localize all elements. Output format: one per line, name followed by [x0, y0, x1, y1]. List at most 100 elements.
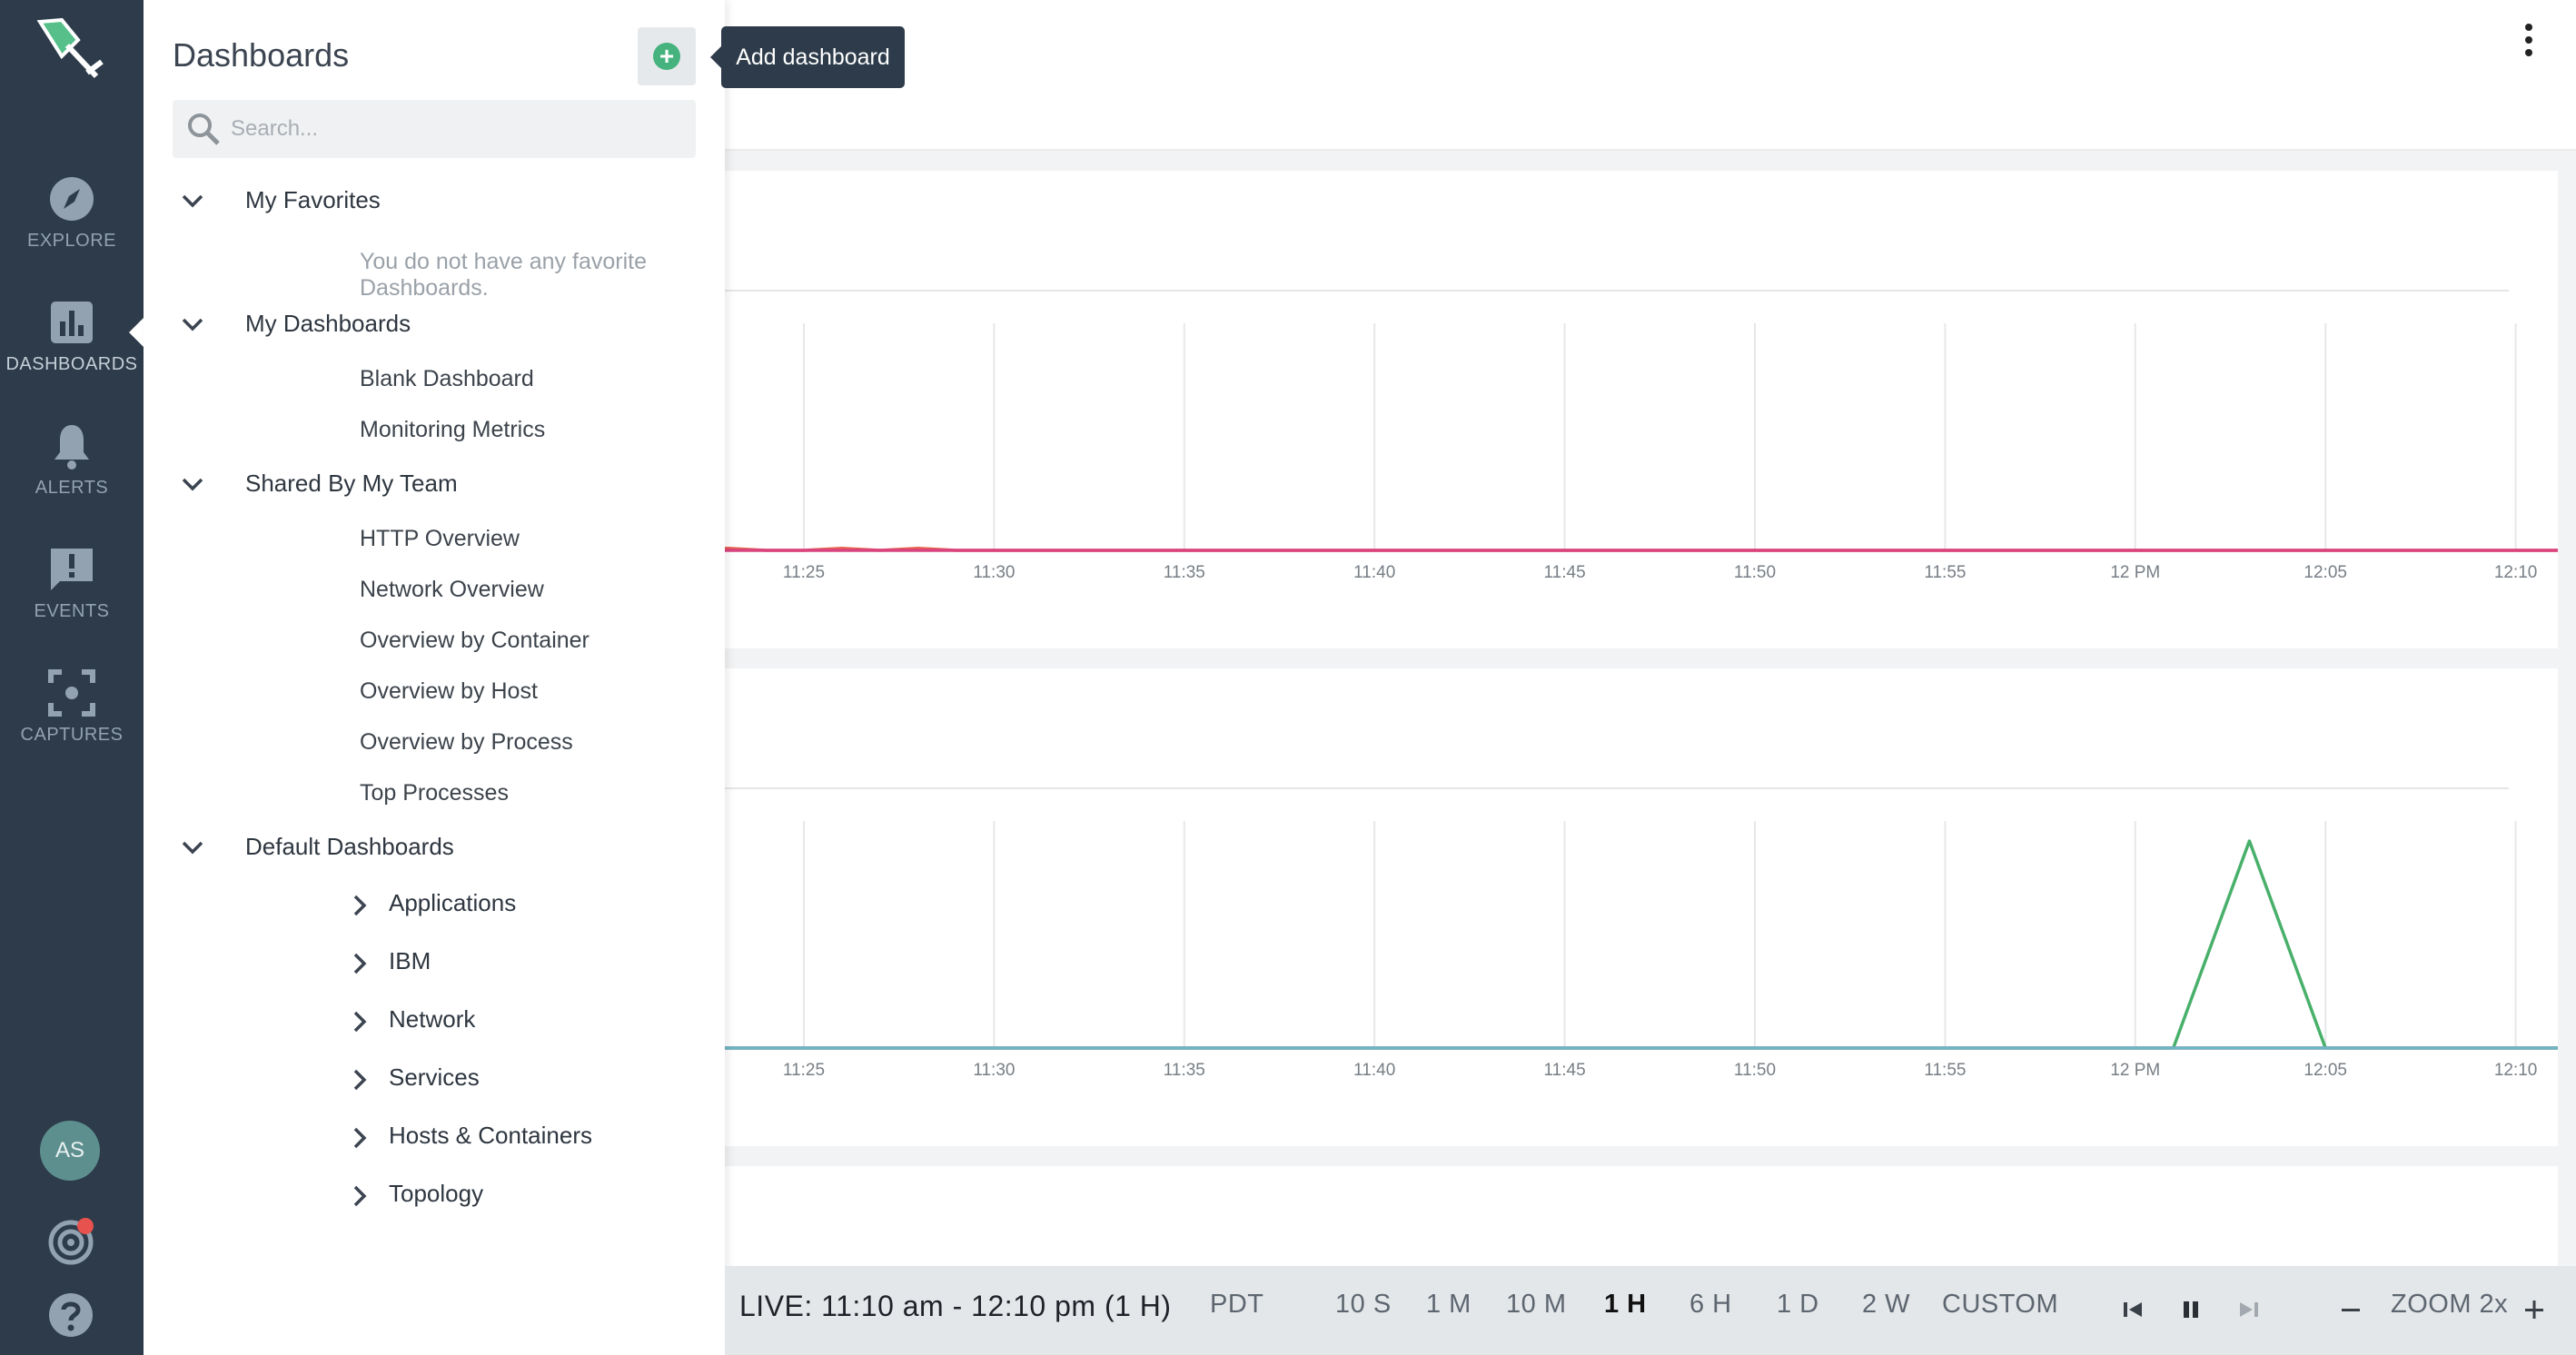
x-tick-label: 11:45 [1544, 1061, 1586, 1080]
x-tick-label: 11:50 [1734, 1061, 1776, 1080]
bar-chart-icon [51, 302, 93, 343]
plus-icon: + [653, 43, 680, 70]
dashboard-item[interactable]: Overview by Process [360, 724, 573, 760]
default-group-hosts-containers[interactable]: Hosts & Containers [343, 1118, 707, 1158]
dashboard-item[interactable]: Overview by Host [360, 673, 538, 709]
x-tick-label: 12:05 [2304, 563, 2347, 582]
dashboard-item[interactable]: HTTP Overview [360, 520, 520, 557]
x-tick-label: 11:50 [1734, 563, 1776, 582]
range-10s[interactable]: 10 S [1335, 1290, 1392, 1320]
default-group-network[interactable]: Network [343, 1002, 707, 1042]
x-tick-label: 11:30 [973, 1061, 1015, 1080]
group-default-dashboards[interactable]: Default Dashboards [173, 829, 696, 865]
nav-explore-label: EXPLORE [27, 231, 116, 251]
left-navigation: EXPLORE DASHBOARDS ALERTS EVENTS CAPTURE… [0, 0, 144, 1355]
panel-title: Dashboards [173, 36, 350, 74]
series-line-0 [725, 546, 2558, 552]
dashboard-item[interactable]: Network Overview [360, 571, 544, 608]
range-custom[interactable]: CUSTOM [1942, 1290, 2058, 1320]
capture-focus-icon [48, 669, 95, 717]
add-dashboard-button[interactable]: + [638, 27, 696, 85]
default-group-services[interactable]: Services [343, 1060, 707, 1100]
message-alert-icon [51, 549, 93, 590]
group-label: Default Dashboards [245, 833, 454, 860]
x-tick-label: 12 PM [2110, 563, 2160, 582]
zoom-out-icon[interactable] [2333, 1291, 2369, 1328]
x-tick-label: 12:10 [2494, 563, 2538, 582]
range-6h[interactable]: 6 H [1689, 1290, 1732, 1320]
x-tick-label: 12:10 [2494, 1061, 2538, 1080]
radar-icon[interactable] [45, 1215, 96, 1266]
x-tick-label: 11:45 [1544, 563, 1586, 582]
dashboard-item[interactable]: Blank Dashboard [360, 361, 534, 397]
shovel-logo-icon[interactable] [35, 16, 109, 85]
question-icon[interactable] [45, 1290, 96, 1340]
subgroup-label: Topology [389, 1180, 484, 1207]
chart-panel-3 [725, 1166, 2558, 1275]
live-range-label: LIVE: 11:10 am - 12:10 pm (1 H) [739, 1290, 1172, 1322]
x-tick-label: 11:35 [1164, 1061, 1205, 1080]
x-tick-label: 11:25 [783, 1061, 825, 1080]
zoom-level-label: ZOOM 2x [2391, 1290, 2509, 1319]
dashboard-item[interactable]: Top Processes [360, 775, 509, 811]
avatar[interactable]: AS [40, 1121, 100, 1181]
favorites-empty-note: You do not have any favorite Dashboards. [360, 249, 647, 301]
subgroup-label: Services [389, 1063, 480, 1091]
add-dashboard-tooltip: Add dashboard [710, 26, 905, 88]
subgroup-label: Applications [389, 889, 517, 916]
chevron-down-icon [182, 194, 203, 208]
series-line-0 [725, 839, 2558, 1050]
nav-events[interactable]: EVENTS [0, 545, 144, 645]
group-my-dashboards[interactable]: My Dashboards [173, 306, 696, 342]
more-options-icon[interactable] [2518, 22, 2540, 58]
nav-alerts[interactable]: ALERTS [0, 421, 144, 521]
dashboard-item[interactable]: Monitoring Metrics [360, 411, 545, 448]
range-1h[interactable]: 1 H [1604, 1290, 1647, 1320]
line-chart-1: 11:25 11:30 11:35 11:40 11:45 11:50 11:55 12 PM… [725, 290, 2558, 582]
x-tick-label: 11:40 [1353, 563, 1395, 582]
nav-captures[interactable]: CAPTURES [0, 668, 144, 768]
range-1m[interactable]: 1 M [1426, 1290, 1471, 1320]
x-tick-label: 11:55 [1924, 1061, 1966, 1080]
chevron-right-icon [353, 1185, 367, 1207]
range-1d[interactable]: 1 D [1777, 1290, 1819, 1320]
x-tick-label: 11:55 [1924, 563, 1966, 582]
x-tick-label: 12 PM [2110, 1061, 2160, 1080]
search-box [173, 100, 696, 158]
x-tick-label: 11:25 [783, 563, 825, 582]
top-bar [725, 0, 2576, 151]
zoom-in-icon[interactable] [2516, 1291, 2552, 1328]
nav-captures-label: CAPTURES [20, 725, 124, 745]
default-group-ibm[interactable]: IBM [343, 944, 707, 984]
range-2w[interactable]: 2 W [1862, 1290, 1910, 1320]
chevron-down-icon [182, 318, 203, 331]
range-10m[interactable]: 10 M [1506, 1290, 1566, 1320]
dashboard-item[interactable]: Overview by Container [360, 622, 590, 658]
line-chart-2: 11:25 11:30 11:35 11:40 11:45 11:50 11:55 12 PM… [725, 787, 2558, 1080]
skip-back-icon[interactable] [2115, 1291, 2151, 1328]
chevron-right-icon [353, 1069, 367, 1091]
skip-forward-icon[interactable] [2231, 1291, 2267, 1328]
chart-panel-2: 11:25 11:30 11:35 11:40 11:45 11:50 11:55 12 PM… [725, 668, 2558, 1146]
chevron-right-icon [353, 1127, 367, 1149]
nav-explore[interactable]: EXPLORE [0, 174, 144, 274]
search-icon [188, 114, 220, 145]
active-indicator [129, 318, 144, 347]
timezone-label[interactable]: PDT [1210, 1290, 1264, 1320]
group-my-favorites[interactable]: My Favorites [173, 183, 696, 219]
x-tick-label: 11:35 [1164, 563, 1205, 582]
default-group-applications[interactable]: Applications [343, 885, 707, 925]
group-shared-by-team[interactable]: Shared By My Team [173, 466, 696, 502]
compass-icon [50, 177, 94, 221]
group-label: My Dashboards [245, 310, 411, 337]
x-tick-label: 11:40 [1353, 1061, 1395, 1080]
search-input[interactable] [231, 109, 676, 149]
x-tick-label: 12:05 [2304, 1061, 2347, 1080]
chevron-down-icon [182, 478, 203, 491]
chart-panel-1: 11:25 11:30 11:35 11:40 11:45 11:50 11:55 12 PM… [725, 171, 2558, 648]
chevron-right-icon [353, 953, 367, 974]
series-line-1 [725, 1046, 2558, 1050]
pause-icon[interactable] [2173, 1291, 2209, 1328]
nav-dashboards[interactable]: DASHBOARDS [0, 298, 144, 398]
default-group-topology[interactable]: Topology [343, 1176, 707, 1216]
